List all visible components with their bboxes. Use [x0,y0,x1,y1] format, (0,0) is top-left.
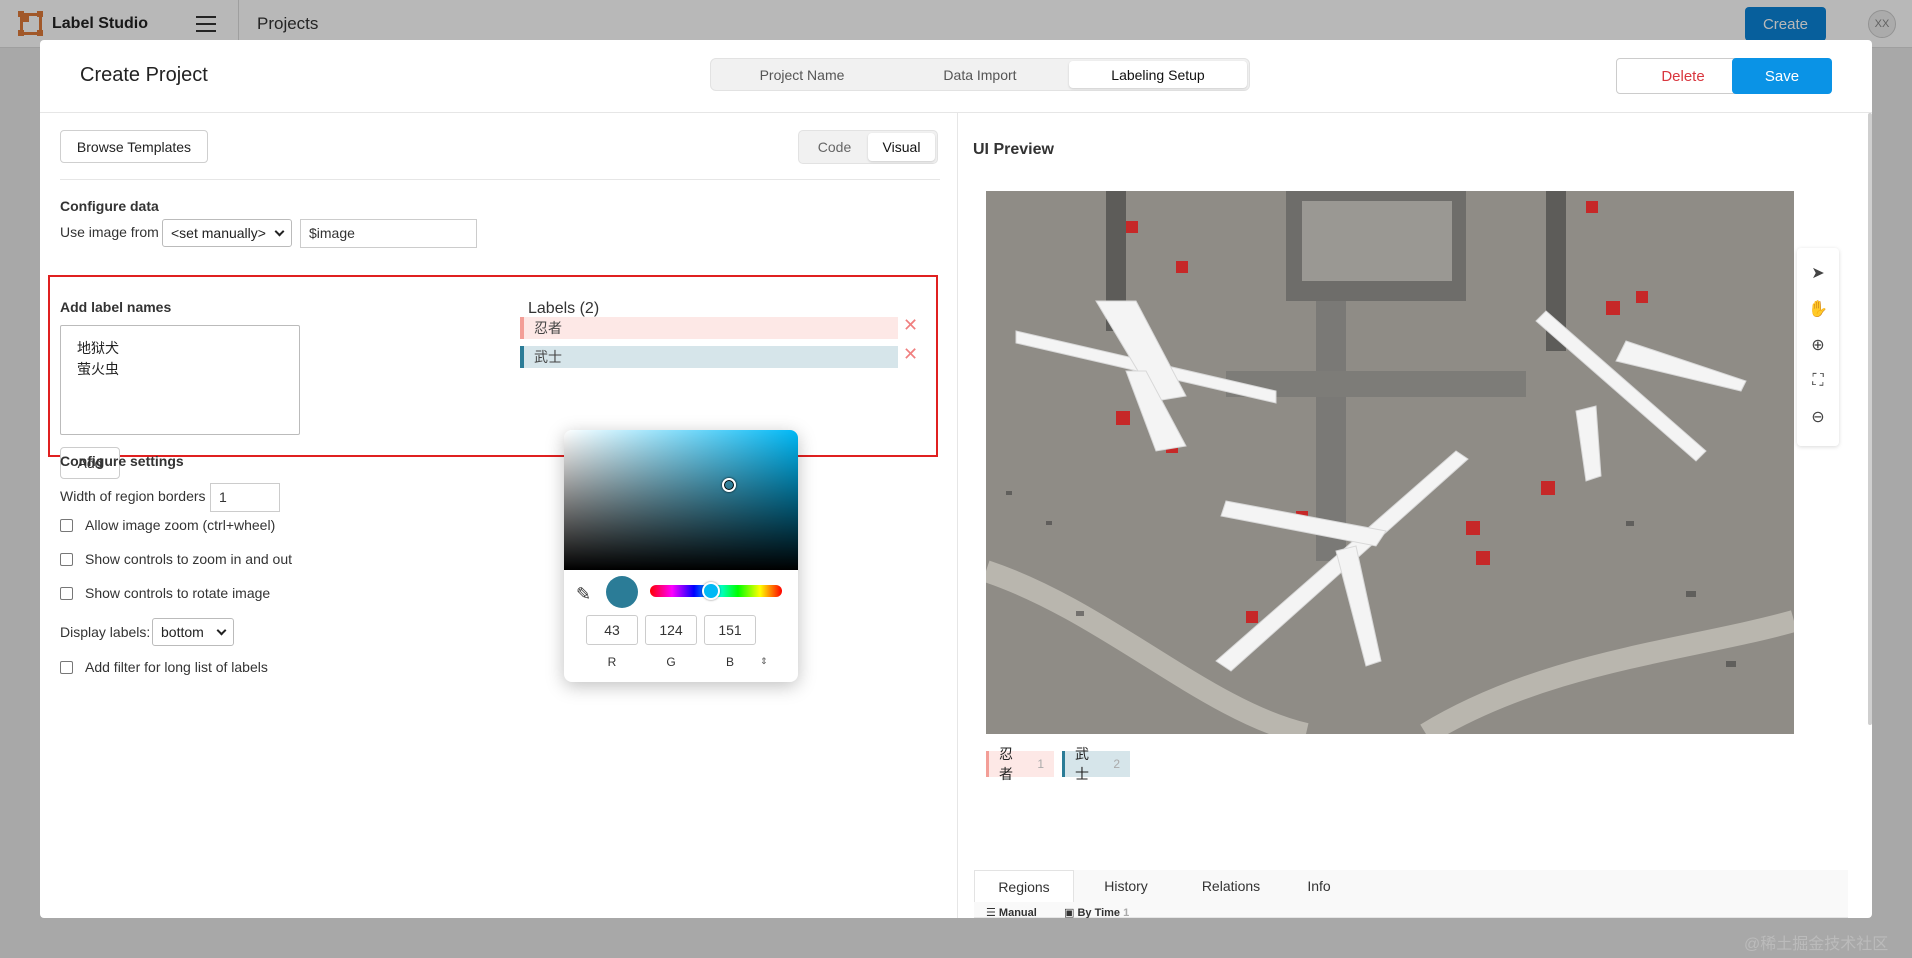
chip-label: 忍者 [999,746,1013,782]
fit-icon[interactable]: ⛶ [1807,370,1829,392]
textarea-line: 地狱犬 [77,340,119,356]
modal-header: Create Project Project Name Data Import … [40,40,1872,113]
checkbox[interactable] [60,518,73,532]
configure-settings-title: Configure settings [60,453,184,469]
sort-manual[interactable]: ☰ Manual [986,906,1037,918]
tab-data-import[interactable]: Data Import [891,61,1069,88]
chip-label: 武士 [1075,746,1089,782]
config-panel: Browse Templates Code Visual Configure d… [40,113,957,918]
option-label: Show controls to zoom in and out [85,551,293,567]
side-panel-tabs: Regions History Relations Info ☰ Manual … [974,870,1848,918]
option-image-zoom[interactable]: Allow image zoom (ctrl+wheel) [60,517,275,533]
saturation-area[interactable] [564,430,798,570]
use-image-from-label: Use image from [60,224,159,240]
preview-scrollbar[interactable] [1868,113,1872,725]
sort-manual-label: Manual [998,907,1037,918]
create-project-modal: Create Project Project Name Data Import … [40,40,1872,918]
tab-labeling-setup[interactable]: Labeling Setup [1069,61,1247,88]
divider [60,179,940,180]
zoom-out-icon[interactable]: ⊖ [1807,406,1829,428]
blue-input[interactable]: 151 [704,615,756,645]
sort-by-time-label: By Time [1077,907,1121,918]
configure-data-title: Configure data [60,198,159,214]
preview-label-ninja[interactable]: 忍者 1 [986,746,1054,782]
format-toggle-icon[interactable]: ⇕ [760,656,768,667]
display-labels-select[interactable]: bottom [152,618,234,646]
image-field-input[interactable]: $image [300,219,477,248]
preview-title: UI Preview [973,141,1054,158]
display-labels-value: bottom [161,624,204,640]
modal-title: Create Project [80,64,208,86]
add-label-names-title: Add label names [60,299,172,315]
display-labels-label: Display labels: [60,624,151,640]
chip-hotkey: 1 [1037,757,1044,771]
delete-button[interactable]: Delete [1616,58,1750,94]
saturation-handle[interactable] [722,478,736,492]
tab-code[interactable]: Code [801,133,868,161]
tab-info[interactable]: Info [1284,870,1354,902]
checkbox[interactable] [60,660,73,674]
blue-label: B [725,655,734,669]
current-color-swatch [606,576,638,608]
panel-divider [957,113,958,918]
zoom-in-icon[interactable]: ⊕ [1807,334,1829,356]
region-border-label: Width of region borders [60,488,206,504]
checkbox[interactable] [60,552,73,566]
save-button[interactable]: Save [1732,58,1832,94]
chip-hotkey: 2 [1113,757,1120,771]
watermark: @稀土掘金技术社区 [1744,936,1889,953]
tab-relations[interactable]: Relations [1178,870,1284,902]
image-source-select[interactable]: <set manually> [162,219,292,247]
label-item-samurai[interactable]: 武士 [520,346,898,368]
browse-templates-button[interactable]: Browse Templates [60,130,208,163]
hue-handle[interactable] [702,582,720,600]
pointer-icon[interactable]: ➤ [1807,262,1829,284]
airport-aerial-image [986,191,1794,734]
label-item-ninja[interactable]: 忍者 [520,317,898,339]
image-source-value: <set manually> [171,225,266,241]
close-icon[interactable]: ✕ [903,344,918,365]
option-label: Add filter for long list of labels [85,659,268,675]
tab-regions[interactable]: Regions [974,870,1074,902]
labels-title: Labels (2) [528,300,600,317]
red-label: R [607,655,617,669]
tab-history[interactable]: History [1074,870,1178,902]
label-names-textarea[interactable]: 地狱犬 萤火虫 [60,325,300,435]
option-rotate-controls[interactable]: Show controls to rotate image [60,585,270,601]
option-label: Allow image zoom (ctrl+wheel) [85,517,276,533]
sort-count: 1 [1123,907,1130,918]
eyedropper-icon[interactable]: ✎ [576,584,591,605]
image-toolbar: ➤ ✋ ⊕ ⛶ ⊖ [1797,248,1839,446]
chevron-down-icon [216,625,227,635]
code-visual-toggle: Code Visual [798,130,938,164]
chevron-down-icon [274,226,285,236]
hue-slider[interactable] [650,582,782,600]
region-border-input[interactable]: 1 [210,483,280,512]
checkbox[interactable] [60,586,73,600]
red-input[interactable]: 43 [586,615,638,645]
close-icon[interactable]: ✕ [903,315,918,336]
green-input[interactable]: 124 [645,615,697,645]
hand-icon[interactable]: ✋ [1807,298,1829,320]
tab-project-name[interactable]: Project Name [713,61,891,88]
option-zoom-controls[interactable]: Show controls to zoom in and out [60,551,292,567]
preview-label-samurai[interactable]: 武士 2 [1062,746,1130,782]
step-tabs: Project Name Data Import Labeling Setup [710,58,1250,91]
textarea-line: 萤火虫 [77,361,119,377]
tab-visual[interactable]: Visual [868,133,935,161]
sort-by-time[interactable]: ▣ By Time 1 [1064,906,1129,918]
preview-image[interactable] [986,191,1794,734]
color-picker: ✎ 43 124 151 R G B ⇕ [564,430,798,682]
option-label: Show controls to rotate image [85,585,271,601]
green-label: G [666,655,676,669]
option-label-filter[interactable]: Add filter for long list of labels [60,659,268,675]
